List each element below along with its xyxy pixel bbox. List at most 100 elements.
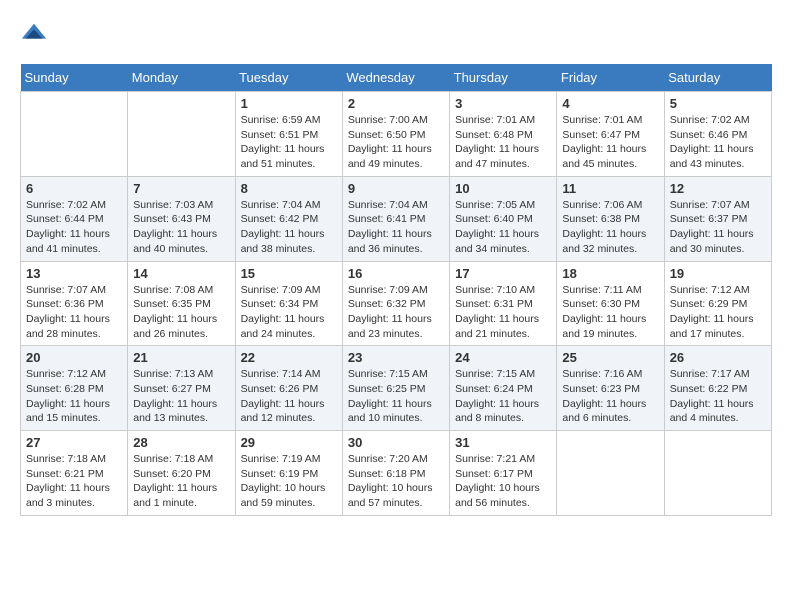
calendar-cell: 25Sunrise: 7:16 AM Sunset: 6:23 PM Dayli… [557,346,664,431]
day-info: Sunrise: 7:15 AM Sunset: 6:25 PM Dayligh… [348,367,444,426]
calendar-cell: 31Sunrise: 7:21 AM Sunset: 6:17 PM Dayli… [450,431,557,516]
calendar-cell: 26 Sunrise: 7:17 AM Sunset: 6:22 PM Dayli… [664,346,771,431]
day-number: 19 [670,266,766,281]
calendar-cell: 22 Sunrise: 7:14 AM Sunset: 6:26 PM Dayli… [235,346,342,431]
day-number: 16 [348,266,444,281]
calendar-cell [557,431,664,516]
calendar-cell: 19 Sunrise: 7:12 AM Sunset: 6:29 PM Dayli… [664,261,771,346]
day-info: Sunrise: 7:05 AM Sunset: 6:40 PM Dayligh… [455,198,551,257]
day-number: 26 [670,350,766,365]
day-info: Sunrise: 7:13 AM Sunset: 6:27 PM Dayligh… [133,367,229,426]
calendar-cell: 2 Sunrise: 7:00 AM Sunset: 6:50 PM Daylig… [342,92,449,177]
day-number: 5 [670,96,766,111]
logo-icon [20,20,48,48]
day-number: 10 [455,181,551,196]
week-row-1: 1 Sunrise: 6:59 AM Sunset: 6:51 PM Daylig… [21,92,772,177]
day-info: Sunrise: 7:07 AM Sunset: 6:37 PM Dayligh… [670,198,766,257]
day-info: Sunrise: 7:12 AM Sunset: 6:28 PM Dayligh… [26,367,122,426]
calendar-cell: 21Sunrise: 7:13 AM Sunset: 6:27 PM Dayli… [128,346,235,431]
day-info: Sunrise: 7:03 AM Sunset: 6:43 PM Dayligh… [133,198,229,257]
weekday-header-tuesday: Tuesday [235,64,342,92]
calendar-cell: 20 Sunrise: 7:12 AM Sunset: 6:28 PM Dayli… [21,346,128,431]
day-number: 27 [26,435,122,450]
calendar-cell: 10 Sunrise: 7:05 AM Sunset: 6:40 PM Dayli… [450,176,557,261]
day-info: Sunrise: 7:17 AM Sunset: 6:22 PM Dayligh… [670,367,766,426]
weekday-header-row: SundayMondayTuesdayWednesdayThursdayFrid… [21,64,772,92]
day-number: 1 [241,96,337,111]
logo [20,20,52,48]
day-number: 23 [348,350,444,365]
day-number: 13 [26,266,122,281]
calendar-cell: 8 Sunrise: 7:04 AM Sunset: 6:42 PM Daylig… [235,176,342,261]
day-number: 7 [133,181,229,196]
weekday-header-wednesday: Wednesday [342,64,449,92]
calendar-body: 1 Sunrise: 6:59 AM Sunset: 6:51 PM Daylig… [21,92,772,516]
calendar-cell: 13 Sunrise: 7:07 AM Sunset: 6:36 PM Dayli… [21,261,128,346]
day-number: 8 [241,181,337,196]
calendar-cell: 17Sunrise: 7:10 AM Sunset: 6:31 PM Dayli… [450,261,557,346]
calendar-cell: 5Sunrise: 7:02 AM Sunset: 6:46 PM Daylig… [664,92,771,177]
calendar-cell: 30 Sunrise: 7:20 AM Sunset: 6:18 PM Dayli… [342,431,449,516]
day-info: Sunrise: 7:18 AM Sunset: 6:21 PM Dayligh… [26,452,122,511]
calendar-cell: 4 Sunrise: 7:01 AM Sunset: 6:47 PM Daylig… [557,92,664,177]
day-number: 4 [562,96,658,111]
weekday-header-friday: Friday [557,64,664,92]
day-number: 11 [562,181,658,196]
day-info: Sunrise: 7:11 AM Sunset: 6:30 PM Dayligh… [562,283,658,342]
day-number: 22 [241,350,337,365]
day-info: Sunrise: 7:01 AM Sunset: 6:47 PM Dayligh… [562,113,658,172]
day-number: 15 [241,266,337,281]
day-number: 12 [670,181,766,196]
calendar-cell [21,92,128,177]
day-info: Sunrise: 7:09 AM Sunset: 6:32 PM Dayligh… [348,283,444,342]
day-number: 3 [455,96,551,111]
day-info: Sunrise: 7:18 AM Sunset: 6:20 PM Dayligh… [133,452,229,511]
day-info: Sunrise: 6:59 AM Sunset: 6:51 PM Dayligh… [241,113,337,172]
calendar-cell: 1 Sunrise: 6:59 AM Sunset: 6:51 PM Daylig… [235,92,342,177]
week-row-2: 6 Sunrise: 7:02 AM Sunset: 6:44 PM Daylig… [21,176,772,261]
day-info: Sunrise: 7:02 AM Sunset: 6:44 PM Dayligh… [26,198,122,257]
calendar-header: SundayMondayTuesdayWednesdayThursdayFrid… [21,64,772,92]
day-number: 24 [455,350,551,365]
day-number: 2 [348,96,444,111]
calendar-table: SundayMondayTuesdayWednesdayThursdayFrid… [20,64,772,516]
day-info: Sunrise: 7:20 AM Sunset: 6:18 PM Dayligh… [348,452,444,511]
day-info: Sunrise: 7:14 AM Sunset: 6:26 PM Dayligh… [241,367,337,426]
day-info: Sunrise: 7:15 AM Sunset: 6:24 PM Dayligh… [455,367,551,426]
calendar-cell: 3 Sunrise: 7:01 AM Sunset: 6:48 PM Daylig… [450,92,557,177]
day-number: 18 [562,266,658,281]
day-number: 30 [348,435,444,450]
day-info: Sunrise: 7:01 AM Sunset: 6:48 PM Dayligh… [455,113,551,172]
day-info: Sunrise: 7:10 AM Sunset: 6:31 PM Dayligh… [455,283,551,342]
calendar-cell [664,431,771,516]
day-info: Sunrise: 7:07 AM Sunset: 6:36 PM Dayligh… [26,283,122,342]
day-info: Sunrise: 7:04 AM Sunset: 6:42 PM Dayligh… [241,198,337,257]
calendar-cell: 28 Sunrise: 7:18 AM Sunset: 6:20 PM Dayli… [128,431,235,516]
day-number: 31 [455,435,551,450]
page-header [20,20,772,48]
calendar-cell: 12 Sunrise: 7:07 AM Sunset: 6:37 PM Dayli… [664,176,771,261]
day-info: Sunrise: 7:12 AM Sunset: 6:29 PM Dayligh… [670,283,766,342]
day-info: Sunrise: 7:00 AM Sunset: 6:50 PM Dayligh… [348,113,444,172]
calendar-cell: 15 Sunrise: 7:09 AM Sunset: 6:34 PM Dayli… [235,261,342,346]
weekday-header-thursday: Thursday [450,64,557,92]
calendar-cell: 24 Sunrise: 7:15 AM Sunset: 6:24 PM Dayli… [450,346,557,431]
day-number: 6 [26,181,122,196]
day-info: Sunrise: 7:09 AM Sunset: 6:34 PM Dayligh… [241,283,337,342]
calendar-cell: 14 Sunrise: 7:08 AM Sunset: 6:35 PM Dayli… [128,261,235,346]
day-number: 20 [26,350,122,365]
calendar-cell [128,92,235,177]
day-info: Sunrise: 7:19 AM Sunset: 6:19 PM Dayligh… [241,452,337,511]
week-row-4: 20 Sunrise: 7:12 AM Sunset: 6:28 PM Dayli… [21,346,772,431]
weekday-header-saturday: Saturday [664,64,771,92]
day-info: Sunrise: 7:06 AM Sunset: 6:38 PM Dayligh… [562,198,658,257]
day-number: 28 [133,435,229,450]
day-number: 29 [241,435,337,450]
weekday-header-monday: Monday [128,64,235,92]
day-number: 14 [133,266,229,281]
calendar-cell: 29 Sunrise: 7:19 AM Sunset: 6:19 PM Dayli… [235,431,342,516]
day-number: 25 [562,350,658,365]
day-info: Sunrise: 7:08 AM Sunset: 6:35 PM Dayligh… [133,283,229,342]
day-number: 9 [348,181,444,196]
week-row-5: 27 Sunrise: 7:18 AM Sunset: 6:21 PM Dayli… [21,431,772,516]
